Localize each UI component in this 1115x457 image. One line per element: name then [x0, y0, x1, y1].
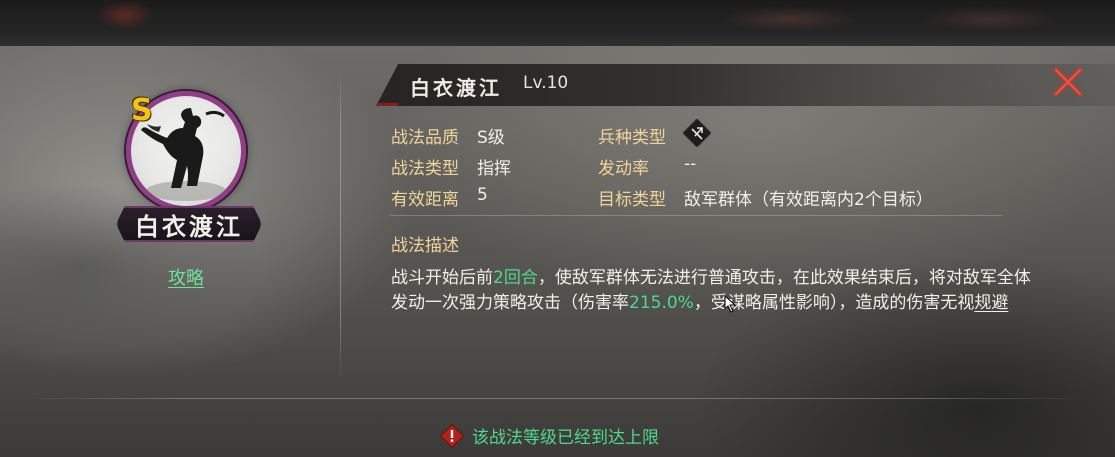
portrait-name: 白衣渡江: [135, 211, 243, 241]
vertical-divider: [340, 66, 341, 384]
skill-type-label: 战法类型: [391, 159, 459, 179]
description-part-1: 战斗开始后前: [391, 268, 493, 288]
bottom-divider: [20, 398, 1090, 399]
target-type-label: 目标类型: [598, 190, 666, 210]
attributes-divider: [390, 215, 1002, 216]
quality-label: 战法品质: [391, 128, 459, 148]
description-title: 战法描述: [391, 236, 459, 256]
evasion-link[interactable]: 规避: [974, 293, 1008, 313]
description-highlight-damage-rate: 215.0%: [629, 293, 694, 313]
target-type-value: 敌军群体（有效距离内2个目标）: [684, 190, 933, 210]
guide-link[interactable]: 攻略: [168, 264, 204, 290]
max-level-notice-text: 该战法等级已经到达上限: [472, 428, 659, 448]
troop-type-label: 兵种类型: [598, 128, 666, 148]
portrait-name-plate: 白衣渡江: [116, 206, 262, 242]
trigger-rate-label: 发动率: [598, 159, 649, 179]
background-top-strip: [0, 0, 1115, 46]
close-icon[interactable]: [1050, 64, 1086, 100]
mouse-cursor-icon: [724, 295, 737, 313]
skill-level: Lv.10: [523, 73, 569, 93]
skill-type-value: 指挥: [477, 159, 511, 179]
quality-value: S级: [477, 128, 505, 148]
range-value: 5: [477, 185, 488, 205]
skill-detail-screen: S 白衣渡江 攻略 白衣渡江 Lv.10 战法品质 S级 兵种类型 战法类型 指…: [0, 0, 1115, 457]
grade-badge: S: [131, 93, 153, 128]
range-label: 有效距离: [391, 190, 459, 210]
skill-title: 白衣渡江: [410, 76, 502, 100]
bow-cavalry-icon: [683, 119, 711, 147]
skill-detail-panel: S 白衣渡江 攻略 白衣渡江 Lv.10 战法品质 S级 兵种类型 战法类型 指…: [0, 46, 1115, 457]
description-text: 战斗开始后前2回合，使敌军群体无法进行普通攻击，在此效果结束后，将对敌军全体发动…: [391, 266, 1031, 316]
max-level-notice: 该战法等级已经到达上限: [440, 423, 659, 448]
warning-icon: [440, 423, 464, 448]
description-highlight-rounds: 2回合: [493, 268, 538, 288]
skill-portrait: S: [126, 91, 250, 215]
trigger-rate-value: --: [684, 154, 697, 174]
